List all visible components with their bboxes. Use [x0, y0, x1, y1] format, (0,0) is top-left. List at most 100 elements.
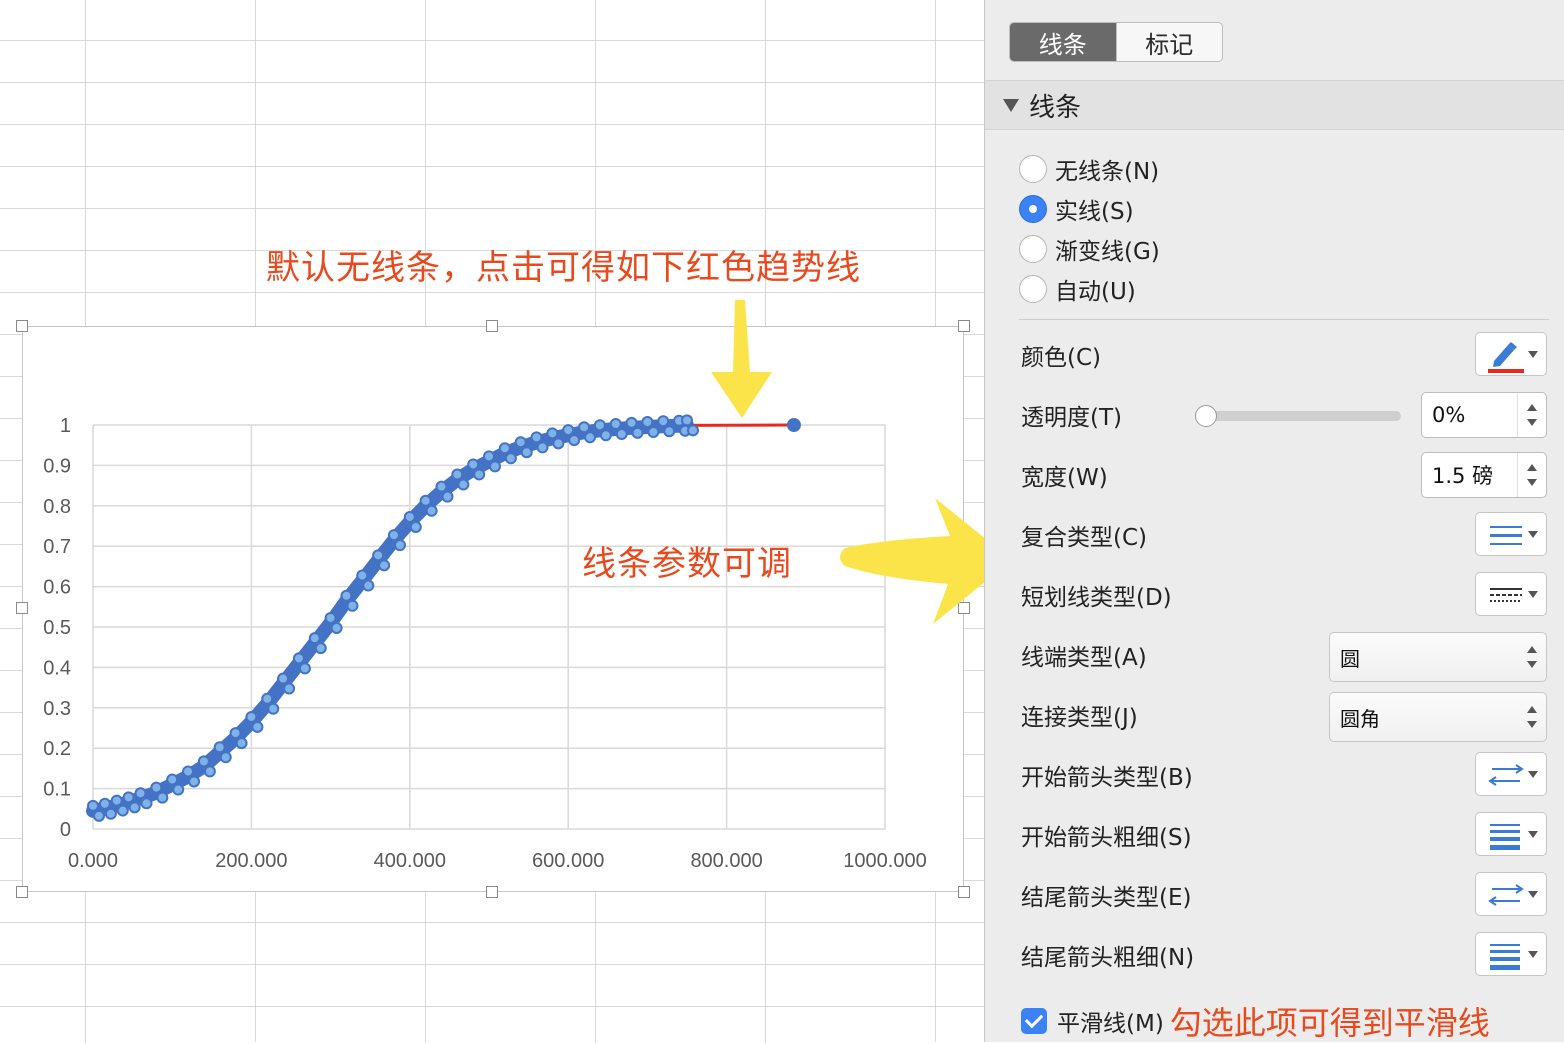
resize-handle-bottom-left[interactable]	[16, 886, 28, 898]
endpoint-marker	[787, 418, 801, 432]
spreadsheet-area[interactable]: 00.10.20.30.40.50.60.70.80.910.000200.00…	[0, 0, 984, 1042]
data-point	[294, 653, 304, 663]
tab-line[interactable]: 线条	[1010, 23, 1116, 61]
data-point	[516, 437, 526, 447]
resize-handle-top-right[interactable]	[958, 320, 970, 332]
data-point	[648, 427, 658, 437]
data-point	[484, 451, 494, 461]
radio-label: 自动(U)	[1055, 272, 1136, 306]
data-point	[421, 496, 431, 506]
data-point	[688, 425, 698, 435]
smooth-line-row: 平滑线(M) 勾选此项可得到平滑线	[1021, 998, 1490, 1044]
y-tick-label: 0.2	[43, 738, 71, 760]
data-point	[611, 419, 621, 429]
radio-solid-line[interactable]: 实线(S)	[1019, 192, 1134, 226]
data-point	[332, 623, 342, 633]
cap-type-select[interactable]: 圆	[1329, 632, 1547, 682]
x-tick-label: 400.000	[374, 850, 446, 872]
end-arrow-type-dropdown[interactable]	[1475, 872, 1547, 916]
data-point	[246, 712, 256, 722]
radio-button[interactable]	[1019, 155, 1047, 183]
color-picker-button[interactable]	[1475, 332, 1547, 376]
transparency-slider-thumb[interactable]	[1195, 405, 1217, 427]
x-tick-label: 0.000	[68, 850, 118, 872]
data-point	[341, 591, 351, 601]
data-point	[563, 425, 573, 435]
x-tick-label: 200.000	[215, 850, 287, 872]
arrow-type-icon	[1486, 879, 1526, 911]
radio-button[interactable]	[1019, 195, 1047, 223]
resize-handle-bottom[interactable]	[486, 886, 498, 898]
dash-type-label: 短划线类型(D)	[1021, 578, 1172, 612]
select-arrows-icon	[1526, 705, 1538, 729]
data-point	[205, 766, 215, 776]
data-point	[538, 442, 548, 452]
data-point	[189, 776, 199, 786]
chart-object[interactable]: 00.10.20.30.40.50.60.70.80.910.000200.00…	[22, 326, 964, 892]
data-point	[173, 785, 183, 795]
smooth-line-checkbox[interactable]	[1021, 1008, 1047, 1034]
data-point	[522, 447, 532, 457]
radio-button[interactable]	[1019, 275, 1047, 303]
stepper[interactable]	[1517, 393, 1546, 437]
begin-arrow-size-label: 开始箭头粗细(S)	[1021, 818, 1192, 852]
compound-type-dropdown[interactable]	[1475, 512, 1547, 556]
data-point	[411, 522, 421, 532]
resize-handle-left[interactable]	[16, 602, 28, 614]
data-point	[151, 783, 161, 793]
x-tick-label: 800.000	[690, 850, 762, 872]
data-point	[627, 418, 637, 428]
end-arrow-size-dropdown[interactable]	[1475, 932, 1547, 976]
data-point	[316, 643, 326, 653]
begin-arrow-size-dropdown[interactable]	[1475, 812, 1547, 856]
resize-handle-bottom-right[interactable]	[958, 886, 970, 898]
tab-marker[interactable]: 标记	[1116, 23, 1223, 61]
join-type-value: 圆角	[1340, 703, 1380, 732]
resize-handle-top-left[interactable]	[16, 320, 28, 332]
annotation-default-no-line: 默认无线条，点击可得如下红色趋势线	[266, 240, 861, 289]
resize-handle-right[interactable]	[958, 602, 970, 614]
begin-arrow-type-dropdown[interactable]	[1475, 752, 1547, 796]
y-tick-label: 0.1	[43, 779, 71, 801]
resize-handle-top[interactable]	[486, 320, 498, 332]
grid-row-line	[0, 292, 984, 293]
dash-type-dropdown[interactable]	[1475, 572, 1547, 616]
data-point	[326, 613, 336, 623]
y-tick-label: 1	[60, 415, 71, 437]
radio-no-line[interactable]: 无线条(N)	[1019, 152, 1159, 186]
data-point	[100, 799, 110, 809]
stepper[interactable]	[1517, 453, 1546, 497]
transparency-input[interactable]: 0%	[1421, 392, 1547, 438]
join-type-select[interactable]: 圆角	[1329, 692, 1547, 742]
grid-row-line	[0, 208, 984, 209]
data-point	[601, 430, 611, 440]
data-point	[633, 428, 643, 438]
y-tick-label: 0.3	[43, 698, 71, 720]
select-arrows-icon	[1526, 645, 1538, 669]
data-point	[468, 459, 478, 469]
data-point	[642, 417, 652, 427]
y-tick-label: 0.4	[43, 657, 71, 679]
data-point	[436, 482, 446, 492]
color-label: 颜色(C)	[1021, 338, 1101, 372]
data-point	[262, 694, 272, 704]
data-point	[199, 756, 209, 766]
smooth-line-label: 平滑线(M)	[1057, 1004, 1164, 1038]
grid-row-line	[0, 922, 984, 923]
data-point	[579, 422, 589, 432]
data-point	[142, 798, 152, 808]
width-input[interactable]: 1.5 磅	[1421, 452, 1547, 498]
compound-type-label: 复合类型(C)	[1021, 518, 1147, 552]
data-point	[118, 806, 128, 816]
data-point	[268, 704, 278, 714]
radio-automatic[interactable]: 自动(U)	[1019, 272, 1136, 306]
data-point	[112, 796, 122, 806]
color-swatch	[1488, 369, 1524, 373]
arrow-size-icon	[1486, 939, 1526, 971]
width-value: 1.5 磅	[1432, 460, 1493, 490]
annotation-line-params: 线条参数可调	[582, 536, 792, 585]
radio-button[interactable]	[1019, 235, 1047, 263]
section-header-line[interactable]: 线条	[985, 80, 1564, 130]
radio-gradient-line[interactable]: 渐变线(G)	[1019, 232, 1160, 266]
transparency-slider-track[interactable]	[1205, 411, 1401, 421]
